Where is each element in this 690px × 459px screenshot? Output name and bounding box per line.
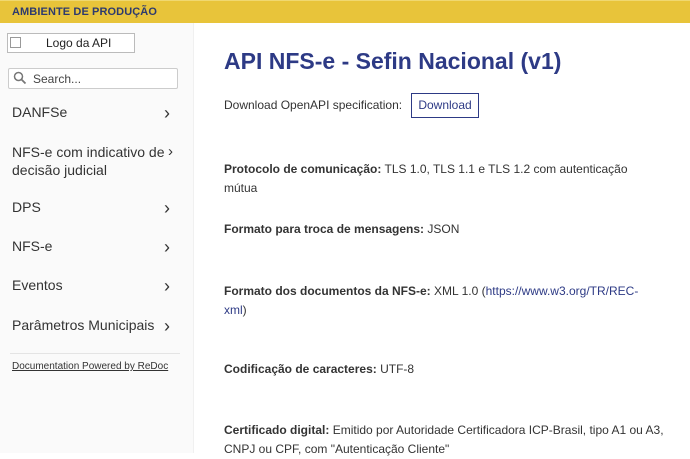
sidebar-item-label: Parâmetros Municipais <box>12 317 155 333</box>
environment-label: AMBIENTE DE PRODUÇÃO <box>12 6 158 18</box>
protocol-label: Protocolo de comunicação: <box>224 162 382 176</box>
search-icon <box>13 71 27 85</box>
encoding-value: UTF-8 <box>380 362 415 376</box>
sidebar-item-danfse[interactable]: DANFSe › <box>0 103 192 125</box>
api-logo: Logo da API <box>7 33 135 53</box>
sidebar-item-eventos[interactable]: Eventos › <box>0 276 192 298</box>
docformat-close: ) <box>242 303 247 317</box>
encoding-label: Codificação de caracteres: <box>224 362 377 376</box>
sidebar-divider <box>10 353 180 354</box>
sidebar-item-label: decisão judicial <box>12 162 107 178</box>
chevron-right-icon: › <box>164 198 170 218</box>
docformat-label: Formato dos documentos da NFS-e: <box>224 284 431 298</box>
sidebar-item-label: Eventos <box>12 277 63 293</box>
sidebar-item-dps[interactable]: DPS › <box>0 198 192 220</box>
sidebar: Logo da API DANFSe › NFS-e com indicativ… <box>0 23 194 453</box>
sidebar-item-parametros-municipais[interactable]: Parâmetros Municipais › <box>0 316 192 338</box>
certificate-label: Certificado digital: <box>224 423 330 437</box>
page-title: API NFS-e - Sefin Nacional (v1) <box>224 48 562 74</box>
sidebar-item-label: DANFSe <box>12 104 68 120</box>
broken-image-icon <box>10 37 21 48</box>
format-value: JSON <box>427 222 460 236</box>
logo-alt-text: Logo da API <box>46 36 112 50</box>
sidebar-item-nfse[interactable]: NFS-e › <box>0 237 192 259</box>
message-format-info: Formato para troca de mensagens: JSON <box>224 220 664 239</box>
redoc-link[interactable]: Documentation Powered by ReDoc <box>12 361 168 372</box>
download-label: Download OpenAPI specification: <box>224 98 403 112</box>
search-input[interactable] <box>33 71 173 86</box>
chevron-right-icon: › <box>164 276 170 296</box>
certificate-info: Certificado digital: Emitido por Autorid… <box>224 421 664 459</box>
chevron-right-icon: › <box>164 103 170 123</box>
chevron-right-icon: › <box>168 143 173 160</box>
format-label: Formato para troca de mensagens: <box>224 222 425 236</box>
sidebar-item-label: NFS-e com indicativo de <box>12 144 165 160</box>
docformat-value: XML 1.0 ( <box>434 284 486 298</box>
environment-banner: AMBIENTE DE PRODUÇÃO <box>0 0 690 23</box>
encoding-info: Codificação de caracteres: UTF-8 <box>224 360 664 379</box>
sidebar-item-nfse-decisao-judicial[interactable]: NFS-e com indicativo de decisão judicial… <box>0 143 192 183</box>
chevron-right-icon: › <box>164 316 170 336</box>
document-format-info: Formato dos documentos da NFS-e: XML 1.0… <box>224 282 644 320</box>
search-box[interactable] <box>8 68 178 89</box>
sidebar-item-label: NFS-e <box>12 238 53 254</box>
main-content: API NFS-e - Sefin Nacional (v1) Download… <box>193 23 690 456</box>
chevron-right-icon: › <box>164 237 170 257</box>
protocol-info: Protocolo de comunicação: TLS 1.0, TLS 1… <box>224 160 664 198</box>
sidebar-item-label: DPS <box>12 199 41 215</box>
download-button[interactable]: Download <box>411 93 479 118</box>
